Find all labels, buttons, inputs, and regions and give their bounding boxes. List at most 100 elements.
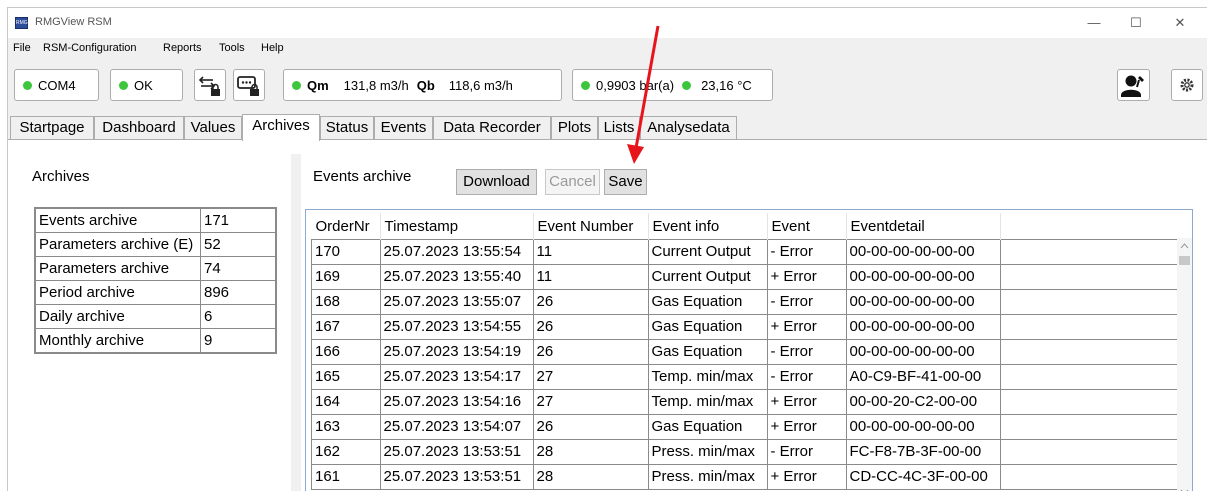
com-port-status[interactable]: COM4	[14, 69, 99, 101]
table-cell: - Error	[766, 364, 847, 390]
table-cell: CD-CC-4C-3F-00-00	[845, 464, 1001, 490]
cancel-button[interactable]: Cancel	[545, 169, 600, 195]
table-cell: 25.07.2023 13:54:07	[379, 414, 534, 440]
table-cell-filler	[999, 389, 1179, 415]
column-header[interactable]: Timestamp	[380, 213, 534, 240]
scrollbar-arrows-icon	[1179, 243, 1190, 491]
table-cell: 163	[311, 414, 381, 440]
events-grid[interactable]: OrderNr Timestamp Event Number Event inf…	[305, 209, 1193, 491]
panel-splitter[interactable]	[291, 154, 301, 491]
table-row[interactable]: 167 25.07.2023 13:54:55 26 Gas Equation + Er…	[311, 314, 1179, 340]
archives-table: Events archive 171 Parameters archive (E…	[34, 207, 277, 354]
tab-startpage[interactable]: Startpage	[10, 116, 94, 140]
menu-help[interactable]: Help	[261, 42, 284, 54]
table-row[interactable]: 161 25.07.2023 13:53:51 28 Press. min/max + …	[311, 464, 1179, 490]
table-row[interactable]: 170 25.07.2023 13:55:54 11 Current Output - …	[311, 239, 1179, 265]
terminal-lock-icon	[237, 76, 259, 96]
table-cell: 161	[311, 464, 381, 490]
archives-panel: Archives Events archive 171 Parameters a…	[8, 139, 1207, 491]
column-header[interactable]: Event Number	[533, 213, 649, 240]
connection-status[interactable]: OK	[110, 69, 183, 101]
table-cell: A0-C9-BF-41-00-00	[845, 364, 1001, 390]
table-cell: 25.07.2023 13:55:40	[379, 264, 534, 290]
archive-count: 171	[200, 207, 277, 233]
tab-archives[interactable]: Archives	[242, 114, 320, 141]
table-cell: 25.07.2023 13:55:07	[379, 289, 534, 315]
table-cell-filler	[999, 264, 1179, 290]
tab-data-recorder[interactable]: Data Recorder	[433, 116, 551, 140]
table-cell: 166	[311, 339, 381, 365]
terminal-lock-button[interactable]	[233, 69, 265, 101]
archive-count: 52	[200, 232, 277, 257]
table-cell: 27	[532, 364, 649, 390]
table-cell: - Error	[766, 289, 847, 315]
qb-label: Qb	[416, 77, 435, 93]
table-row[interactable]: 162 25.07.2023 13:53:51 28 Press. min/max - …	[311, 439, 1179, 465]
tab-events[interactable]: Events	[374, 116, 433, 140]
archive-name: Events archive	[34, 207, 201, 233]
table-cell-filler	[999, 239, 1179, 265]
table-row[interactable]: Parameters archive 74	[34, 256, 277, 281]
menu-rsm-configuration[interactable]: RSM-Configuration	[43, 42, 137, 54]
table-row[interactable]: 163 25.07.2023 13:54:07 26 Gas Equation + Er…	[311, 414, 1179, 440]
table-row[interactable]: Daily archive 6	[34, 304, 277, 329]
table-row[interactable]: 165 25.07.2023 13:54:17 27 Temp. min/max - E…	[311, 364, 1179, 390]
network-lock-button[interactable]	[194, 69, 226, 101]
menu-reports[interactable]: Reports	[163, 42, 202, 54]
table-cell: 25.07.2023 13:54:55	[379, 314, 534, 340]
maximize-button[interactable]: ☐	[1125, 13, 1147, 33]
table-cell: Temp. min/max	[647, 389, 768, 415]
table-header-row: OrderNr Timestamp Event Number Event inf…	[311, 213, 1179, 240]
status-dot-icon	[292, 80, 301, 90]
table-row[interactable]: Period archive 896	[34, 280, 277, 305]
table-row[interactable]: 168 25.07.2023 13:55:07 26 Gas Equation - Er…	[311, 289, 1179, 315]
save-button[interactable]: Save	[604, 169, 647, 195]
tab-status[interactable]: Status	[320, 116, 374, 140]
archive-count: 6	[200, 304, 277, 329]
table-row[interactable]: 169 25.07.2023 13:55:40 11 Current Output + …	[311, 264, 1179, 290]
settings-button[interactable]	[1171, 69, 1203, 101]
flow-status[interactable]: Qm 131,8 m3/h Qb 118,6 m3/h	[283, 69, 562, 101]
menu-tools[interactable]: Tools	[219, 42, 245, 54]
archive-name: Period archive	[34, 280, 201, 305]
column-header[interactable]: Event	[767, 213, 847, 240]
column-header[interactable]: OrderNr	[311, 213, 381, 240]
table-cell: 27	[532, 389, 649, 415]
download-button[interactable]: Download	[456, 169, 537, 195]
table-row[interactable]: Events archive 171	[34, 207, 277, 233]
minimize-button[interactable]: —	[1083, 13, 1105, 33]
column-header[interactable]: Event info	[648, 213, 768, 240]
events-archive-heading: Events archive	[313, 168, 412, 185]
tab-values[interactable]: Values	[184, 116, 242, 140]
archive-name: Parameters archive (E)	[34, 232, 201, 257]
table-row[interactable]: Monthly archive 9	[34, 328, 277, 354]
table-cell-filler	[999, 289, 1179, 315]
close-button[interactable]: ✕	[1169, 13, 1191, 33]
table-row[interactable]: Parameters archive (E) 52	[34, 232, 277, 257]
table-cell: 26	[532, 339, 649, 365]
table-cell: Gas Equation	[647, 339, 768, 365]
column-header[interactable]: Eventdetail	[846, 213, 1001, 240]
table-cell: 167	[311, 314, 381, 340]
temperature-value: 23,16 °C	[701, 77, 752, 93]
table-cell: - Error	[766, 439, 847, 465]
table-row[interactable]: 166 25.07.2023 13:54:19 26 Gas Equation - Er…	[311, 339, 1179, 365]
tab-dashboard[interactable]: Dashboard	[94, 116, 184, 140]
table-cell: 11	[532, 264, 649, 290]
table-cell: 25.07.2023 13:54:17	[379, 364, 534, 390]
table-cell: 11	[532, 239, 649, 265]
user-settings-button[interactable]	[1117, 69, 1150, 101]
table-cell: Gas Equation	[647, 314, 768, 340]
vertical-scrollbar[interactable]	[1177, 238, 1192, 491]
tab-plots[interactable]: Plots	[551, 116, 598, 140]
archives-heading: Archives	[32, 168, 90, 185]
menu-file[interactable]: File	[13, 42, 31, 54]
archive-count: 896	[200, 280, 277, 305]
table-cell: 00-00-00-00-00-00	[845, 239, 1001, 265]
table-cell: 00-00-00-00-00-00	[845, 339, 1001, 365]
annotation-arrow-icon	[627, 25, 660, 164]
table-cell: 164	[311, 389, 381, 415]
table-cell: 25.07.2023 13:53:51	[379, 439, 534, 465]
table-cell: 26	[532, 314, 649, 340]
table-row[interactable]: 164 25.07.2023 13:54:16 27 Temp. min/max + E…	[311, 389, 1179, 415]
